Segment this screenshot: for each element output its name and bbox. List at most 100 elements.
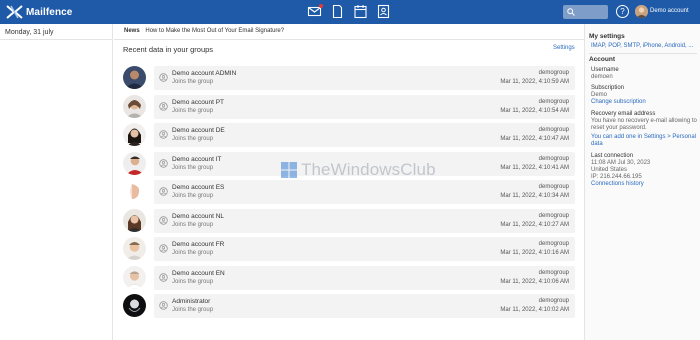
activity-card: Demo account DE Joins the group demogrou… bbox=[154, 123, 575, 147]
activity-card: Demo account PT Joins the group demogrou… bbox=[154, 94, 575, 119]
timestamp: Mar 11, 2022, 4:10:34 AM bbox=[500, 193, 569, 199]
section-title: Recent data in your groups bbox=[123, 45, 214, 54]
recovery-text: reset your password. bbox=[591, 125, 647, 131]
activity-card: Demo account FR Joins the group demogrou… bbox=[154, 237, 575, 261]
news-label: News bbox=[124, 28, 140, 34]
member-name: Administrator bbox=[172, 298, 211, 305]
list-item[interactable]: Demo account ES Joins the group demogrou… bbox=[123, 180, 576, 206]
left-panel: Monday, 31 july bbox=[0, 24, 113, 340]
search-icon bbox=[567, 8, 575, 16]
group-icon bbox=[159, 215, 168, 225]
timestamp: Mar 11, 2022, 4:10:41 AM bbox=[500, 164, 569, 171]
group-icon bbox=[159, 301, 168, 310]
member-name: Demo account DE bbox=[172, 127, 225, 134]
group-name: demogroup bbox=[538, 127, 569, 133]
list-item[interactable]: Administrator Joins the group demogroup … bbox=[123, 294, 576, 320]
watermark-logo-icon bbox=[281, 162, 297, 178]
group-name: demogroup bbox=[538, 298, 569, 304]
avatar bbox=[123, 123, 146, 146]
account-heading: Account bbox=[589, 56, 615, 63]
settings-link[interactable]: Settings bbox=[553, 45, 575, 51]
timestamp: Mar 11, 2022, 4:10:27 AM bbox=[500, 221, 569, 228]
username-value: demoen bbox=[591, 74, 613, 80]
activity-card: Demo account ES Joins the group demogrou… bbox=[154, 180, 575, 204]
connections-history-link[interactable]: Connections history bbox=[591, 181, 644, 187]
avatar[interactable] bbox=[635, 5, 648, 18]
last-connection-time: 11:08 AM Jul 30, 2023 bbox=[591, 160, 651, 166]
recovery-settings-link[interactable]: You can add one in Settings > Personal bbox=[591, 134, 696, 140]
last-connection-label: Last connection bbox=[591, 153, 634, 159]
member-name: Demo account FR bbox=[172, 241, 225, 248]
subscription-value: Demo bbox=[591, 92, 608, 98]
brand[interactable]: Mailfence bbox=[6, 4, 72, 20]
avatar bbox=[123, 180, 146, 203]
member-action: Joins the group bbox=[172, 307, 214, 313]
my-settings-heading: My settings bbox=[589, 33, 625, 40]
member-action: Joins the group bbox=[172, 164, 214, 171]
group-icon bbox=[159, 244, 168, 253]
current-date: Monday, 31 july bbox=[0, 24, 112, 40]
list-item[interactable]: Demo account PT Joins the group demogrou… bbox=[123, 94, 576, 121]
avatar bbox=[123, 237, 146, 260]
timestamp: Mar 11, 2022, 4:10:59 AM bbox=[500, 79, 569, 85]
member-name: Demo account EN bbox=[172, 269, 225, 277]
member-action: Joins the group bbox=[172, 79, 214, 85]
list-item[interactable]: Demo account EN Joins the group demogrou… bbox=[123, 265, 576, 292]
calendar-icon[interactable] bbox=[353, 4, 368, 19]
main-content: Recent data in your groups Settings Demo… bbox=[114, 40, 584, 340]
timestamp: Mar 11, 2022, 4:10:54 AM bbox=[500, 107, 569, 114]
member-action: Joins the group bbox=[172, 221, 214, 228]
document-icon[interactable] bbox=[330, 4, 345, 19]
member-name: Demo account ES bbox=[172, 184, 225, 191]
list-item[interactable]: Demo account NL Joins the group demogrou… bbox=[123, 208, 576, 235]
list-item[interactable]: Demo account FR Joins the group demogrou… bbox=[123, 237, 576, 263]
recovery-settings-link[interactable]: data bbox=[591, 141, 603, 147]
divider bbox=[589, 53, 697, 54]
news-bar[interactable]: News How to Make the Most Out of Your Em… bbox=[114, 24, 584, 40]
group-name: demogroup bbox=[538, 269, 569, 276]
avatar bbox=[123, 208, 146, 232]
right-panel: My settings IMAP, POP, SMTP, iPhone, And… bbox=[584, 24, 700, 340]
member-action: Joins the group bbox=[172, 278, 214, 285]
member-action: Joins the group bbox=[172, 107, 214, 114]
group-name: demogroup bbox=[538, 212, 569, 219]
protocols-link[interactable]: IMAP, POP, SMTP, iPhone, Android, ... bbox=[591, 43, 693, 49]
recovery-label: Recovery email address bbox=[591, 111, 656, 117]
activity-card: Administrator Joins the group demogroup … bbox=[154, 294, 575, 318]
list-item[interactable]: Demo account ADMIN Joins the group demog… bbox=[123, 66, 576, 92]
member-name: Demo account IT bbox=[172, 155, 222, 163]
group-icon bbox=[159, 130, 168, 139]
group-name: demogroup bbox=[538, 155, 569, 162]
brand-name: Mailfence bbox=[26, 6, 73, 18]
activity-card: Demo account NL Joins the group demogrou… bbox=[154, 208, 575, 233]
avatar bbox=[123, 294, 146, 317]
mailfence-logo-icon bbox=[6, 5, 23, 19]
member-name: Demo account ADMIN bbox=[172, 70, 237, 77]
group-name: demogroup bbox=[538, 70, 569, 76]
subscription-label: Subscription bbox=[591, 85, 625, 91]
avatar bbox=[123, 94, 146, 118]
top-bar: Mailfence ? Demo account bbox=[0, 0, 700, 24]
member-name: Demo account NL bbox=[172, 212, 225, 220]
watermark-text: TheWindowsClub bbox=[301, 160, 436, 179]
news-text[interactable]: How to Make the Most Out of Your Email S… bbox=[145, 28, 284, 34]
timestamp: Mar 11, 2022, 4:10:16 AM bbox=[500, 250, 569, 256]
member-action: Joins the group bbox=[172, 193, 214, 199]
activity-card: Demo account EN Joins the group demogrou… bbox=[154, 265, 575, 290]
user-name[interactable]: Demo account bbox=[650, 8, 689, 14]
change-subscription-link[interactable]: Change subscription bbox=[591, 99, 646, 105]
timestamp: Mar 11, 2022, 4:10:06 AM bbox=[500, 278, 569, 285]
member-action: Joins the group bbox=[172, 136, 214, 142]
list-item[interactable]: Demo account DE Joins the group demogrou… bbox=[123, 123, 576, 149]
group-icon bbox=[159, 73, 168, 82]
last-connection-ip: IP: 216.244.66.195 bbox=[591, 174, 642, 180]
app-nav bbox=[307, 4, 399, 19]
group-icon bbox=[159, 101, 168, 111]
group-icon bbox=[159, 158, 168, 168]
contacts-icon[interactable] bbox=[376, 4, 391, 19]
mail-icon[interactable] bbox=[307, 4, 323, 19]
group-name: demogroup bbox=[538, 241, 569, 247]
help-icon[interactable]: ? bbox=[616, 5, 629, 18]
avatar bbox=[123, 265, 146, 289]
search-input[interactable] bbox=[563, 5, 608, 19]
